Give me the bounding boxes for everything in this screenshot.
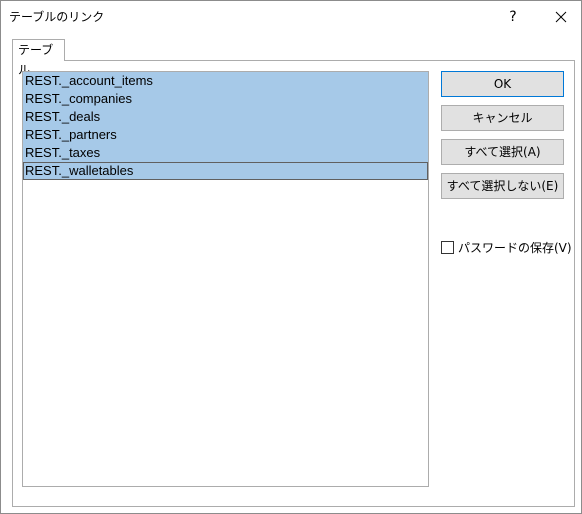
list-item[interactable]: REST._deals: [23, 108, 428, 126]
help-icon: ?: [509, 9, 517, 25]
title-bar: テーブルのリンク ?: [1, 1, 581, 33]
save-password-label: パスワードの保存(V): [458, 241, 572, 255]
list-item-label: REST._deals: [25, 109, 101, 124]
table-listbox[interactable]: REST._account_items REST._companies REST…: [22, 71, 429, 487]
list-item-label: REST._account_items: [25, 73, 153, 88]
link-tables-dialog: テーブルのリンク ? テーブル REST._account_items REST…: [0, 0, 582, 514]
list-item-label: REST._walletables: [25, 163, 134, 178]
window-title: テーブルのリンク: [9, 10, 105, 24]
list-item-label: REST._taxes: [25, 145, 101, 160]
ok-button[interactable]: OK: [441, 71, 564, 97]
list-item[interactable]: REST._taxes: [23, 144, 428, 162]
select-none-button[interactable]: すべて選択しない(E): [441, 173, 564, 199]
list-item-focused[interactable]: REST._walletables: [23, 162, 428, 180]
save-password-checkbox[interactable]: パスワードの保存(V): [441, 239, 572, 255]
list-item-label: REST._partners: [25, 127, 117, 142]
cancel-button[interactable]: キャンセル: [441, 105, 564, 131]
select-all-button[interactable]: すべて選択(A): [441, 139, 564, 165]
close-icon: [555, 11, 567, 23]
list-item[interactable]: REST._partners: [23, 126, 428, 144]
list-item[interactable]: REST._account_items: [23, 72, 428, 90]
list-item[interactable]: REST._companies: [23, 90, 428, 108]
close-button[interactable]: [543, 3, 579, 31]
help-button[interactable]: ?: [497, 3, 529, 31]
checkbox-box[interactable]: [441, 241, 454, 254]
tab-tables[interactable]: テーブル: [12, 39, 65, 77]
list-item-label: REST._companies: [25, 91, 132, 106]
